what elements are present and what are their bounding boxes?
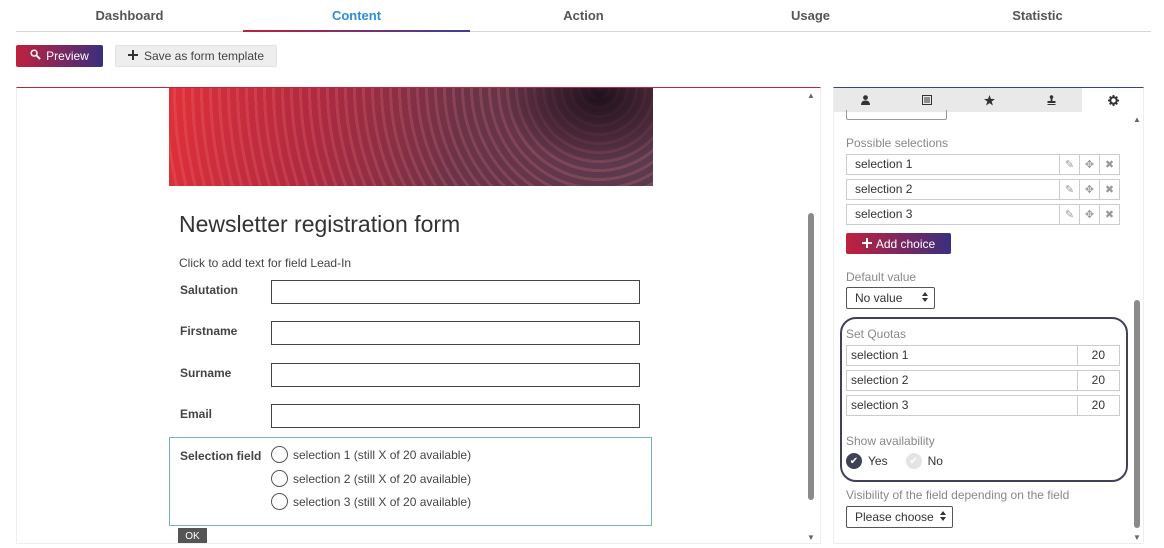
plus-icon <box>127 49 138 63</box>
pencil-icon[interactable]: ✎ <box>1059 155 1079 174</box>
move-icon[interactable]: ✥ <box>1079 205 1099 224</box>
firstname-input[interactable] <box>271 321 640 345</box>
pencil-icon[interactable]: ✎ <box>1059 205 1079 224</box>
editor-scrollbar[interactable] <box>808 213 814 500</box>
check-icon[interactable]: ✔ <box>846 453 862 469</box>
radio-option[interactable]: selection 1 (still X of 20 available) <box>271 446 471 463</box>
plus-icon <box>861 237 872 251</box>
radio-option[interactable]: selection 3 (still X of 20 available) <box>271 493 471 510</box>
radio-button[interactable] <box>271 493 288 510</box>
visibility-select[interactable]: Please choose <box>846 506 953 528</box>
choice-row: selection 2 ✎ ✥ ✖ <box>846 179 1120 200</box>
choice-input[interactable]: selection 3 <box>847 205 1059 224</box>
visibility-label: Visibility of the field depending on the… <box>846 488 1070 502</box>
selection-field[interactable]: Selection field selection 1 (still X of … <box>169 437 652 526</box>
quota-row: selection 3 20 <box>846 395 1120 416</box>
radio-button[interactable] <box>271 446 288 463</box>
main-tabs: Dashboard Content Action Usage Statistic <box>16 0 1151 32</box>
scroll-up-arrow[interactable]: ▲ <box>806 91 816 101</box>
move-icon[interactable]: ✥ <box>1079 155 1099 174</box>
set-quotas-label: Set Quotas <box>846 327 907 341</box>
tab-usage[interactable]: Usage <box>697 0 924 31</box>
show-availability-label: Show availability <box>846 434 935 448</box>
email-input[interactable] <box>271 404 640 428</box>
list-icon[interactable] <box>896 88 958 112</box>
panel-tabs <box>834 88 1082 112</box>
select-arrows-icon <box>922 291 928 305</box>
surname-input[interactable] <box>271 363 640 387</box>
default-value-text: No value <box>855 291 903 305</box>
salutation-input[interactable] <box>271 280 640 304</box>
save-as-template-button[interactable]: Save as form template <box>115 45 277 67</box>
scroll-down-arrow[interactable]: ▼ <box>806 533 816 543</box>
quota-name: selection 2 <box>851 373 909 387</box>
quota-input[interactable]: 20 <box>1077 371 1119 390</box>
lead-in-text[interactable]: Click to add text for field Lead-In <box>179 256 351 270</box>
panel-scrollbar[interactable] <box>1134 300 1140 528</box>
quota-name: selection 3 <box>851 398 909 412</box>
preview-label: Preview <box>46 49 89 63</box>
pencil-icon[interactable]: ✎ <box>1059 180 1079 199</box>
quota-input[interactable]: 20 <box>1077 396 1119 415</box>
scroll-up-arrow[interactable]: ▲ <box>1132 115 1142 125</box>
default-value-label: Default value <box>846 270 917 284</box>
email-label: Email <box>180 407 213 421</box>
ok-button[interactable]: OK <box>178 528 207 543</box>
close-icon[interactable]: ✖ <box>1099 205 1119 224</box>
user-icon[interactable] <box>834 88 896 112</box>
surname-label: Surname <box>180 366 232 380</box>
scroll-down-arrow[interactable]: ▼ <box>1132 533 1142 543</box>
radio-option-label: selection 3 (still X of 20 available) <box>293 494 472 509</box>
add-choice-button[interactable]: Add choice <box>846 233 951 254</box>
tab-action[interactable]: Action <box>470 0 697 31</box>
choice-input[interactable]: selection 1 <box>847 155 1059 174</box>
radio-button[interactable] <box>271 470 288 487</box>
gear-icon[interactable] <box>1082 88 1143 112</box>
availability-no-label[interactable]: No <box>928 454 943 468</box>
visibility-select-text: Please choose <box>855 510 934 524</box>
form-editor: Newsletter registration form Click to ad… <box>16 87 821 544</box>
properties-panel: Possible selections selection 1 ✎ ✥ ✖ se… <box>833 87 1144 544</box>
salutation-label: Salutation <box>180 283 239 297</box>
selection-field-label: Selection field <box>180 449 262 463</box>
add-choice-label: Add choice <box>875 236 936 251</box>
search-icon <box>30 49 41 63</box>
choice-row: selection 3 ✎ ✥ ✖ <box>846 204 1120 225</box>
quota-input[interactable]: 20 <box>1077 346 1119 365</box>
form-banner-image <box>169 88 653 186</box>
availability-yes-label[interactable]: Yes <box>868 454 888 468</box>
tab-dashboard[interactable]: Dashboard <box>16 0 243 31</box>
close-icon[interactable]: ✖ <box>1099 180 1119 199</box>
stamp-icon[interactable] <box>1020 88 1082 112</box>
move-icon[interactable]: ✥ <box>1079 180 1099 199</box>
radio-option-label: selection 1 (still X of 20 available) <box>293 447 472 462</box>
star-icon[interactable] <box>958 88 1020 112</box>
cut-off-select[interactable] <box>846 110 947 120</box>
radio-option-label: selection 2 (still X of 20 available) <box>293 471 472 486</box>
firstname-label: Firstname <box>180 324 238 338</box>
save-as-template-label: Save as form template <box>143 49 265 63</box>
possible-selections-label: Possible selections <box>846 136 949 150</box>
choice-input[interactable]: selection 2 <box>847 180 1059 199</box>
tab-content[interactable]: Content <box>243 0 470 32</box>
form-title[interactable]: Newsletter registration form <box>179 211 460 238</box>
preview-button[interactable]: Preview <box>16 45 103 67</box>
quota-name: selection 1 <box>851 348 909 362</box>
radio-option[interactable]: selection 2 (still X of 20 available) <box>271 470 471 487</box>
choice-row: selection 1 ✎ ✥ ✖ <box>846 154 1120 175</box>
quota-row: selection 2 20 <box>846 370 1120 391</box>
availability-toggle: ✔ Yes ✔ No <box>846 453 943 469</box>
close-icon[interactable]: ✖ <box>1099 155 1119 174</box>
quota-row: selection 1 20 <box>846 345 1120 366</box>
select-arrows-icon <box>940 510 946 524</box>
tab-statistic[interactable]: Statistic <box>924 0 1151 31</box>
default-value-select[interactable]: No value <box>846 287 935 309</box>
check-icon[interactable]: ✔ <box>905 453 922 469</box>
